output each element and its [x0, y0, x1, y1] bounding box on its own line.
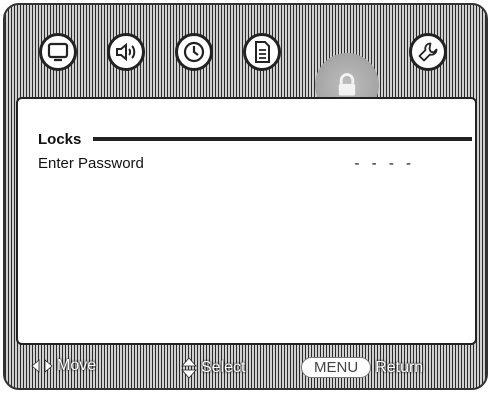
left-right-arrows-icon — [31, 359, 53, 373]
password-field[interactable]: - - - - — [355, 155, 415, 172]
enter-password-label: Enter Password — [38, 154, 144, 172]
footer-hints: Move Select MENU Return — [5, 349, 486, 385]
setup-icon[interactable] — [243, 33, 281, 71]
panel-title-row: Locks — [38, 129, 472, 149]
select-label: Select — [201, 359, 246, 376]
locks-panel: Locks Enter Password - - - - — [16, 97, 477, 345]
wrench-icon[interactable] — [409, 33, 447, 71]
panel-title: Locks — [38, 130, 82, 148]
menu-button[interactable]: MENU — [301, 357, 372, 378]
menu-icon-bar — [5, 5, 486, 117]
move-label: Move — [57, 357, 97, 374]
return-label: Return — [375, 358, 424, 376]
move-hint: Move — [31, 357, 96, 375]
picture-icon[interactable] — [39, 33, 77, 71]
osd-menu-frame: Locks Enter Password - - - - Move Select… — [3, 3, 488, 390]
enter-password-row[interactable]: Enter Password - - - - — [38, 153, 415, 173]
select-hint: Select — [181, 357, 245, 379]
up-down-arrows-icon — [181, 357, 197, 379]
audio-icon[interactable] — [107, 33, 145, 71]
title-divider — [93, 137, 472, 141]
clock-icon[interactable] — [175, 33, 213, 71]
menu-return-hint: MENU Return — [301, 357, 423, 378]
